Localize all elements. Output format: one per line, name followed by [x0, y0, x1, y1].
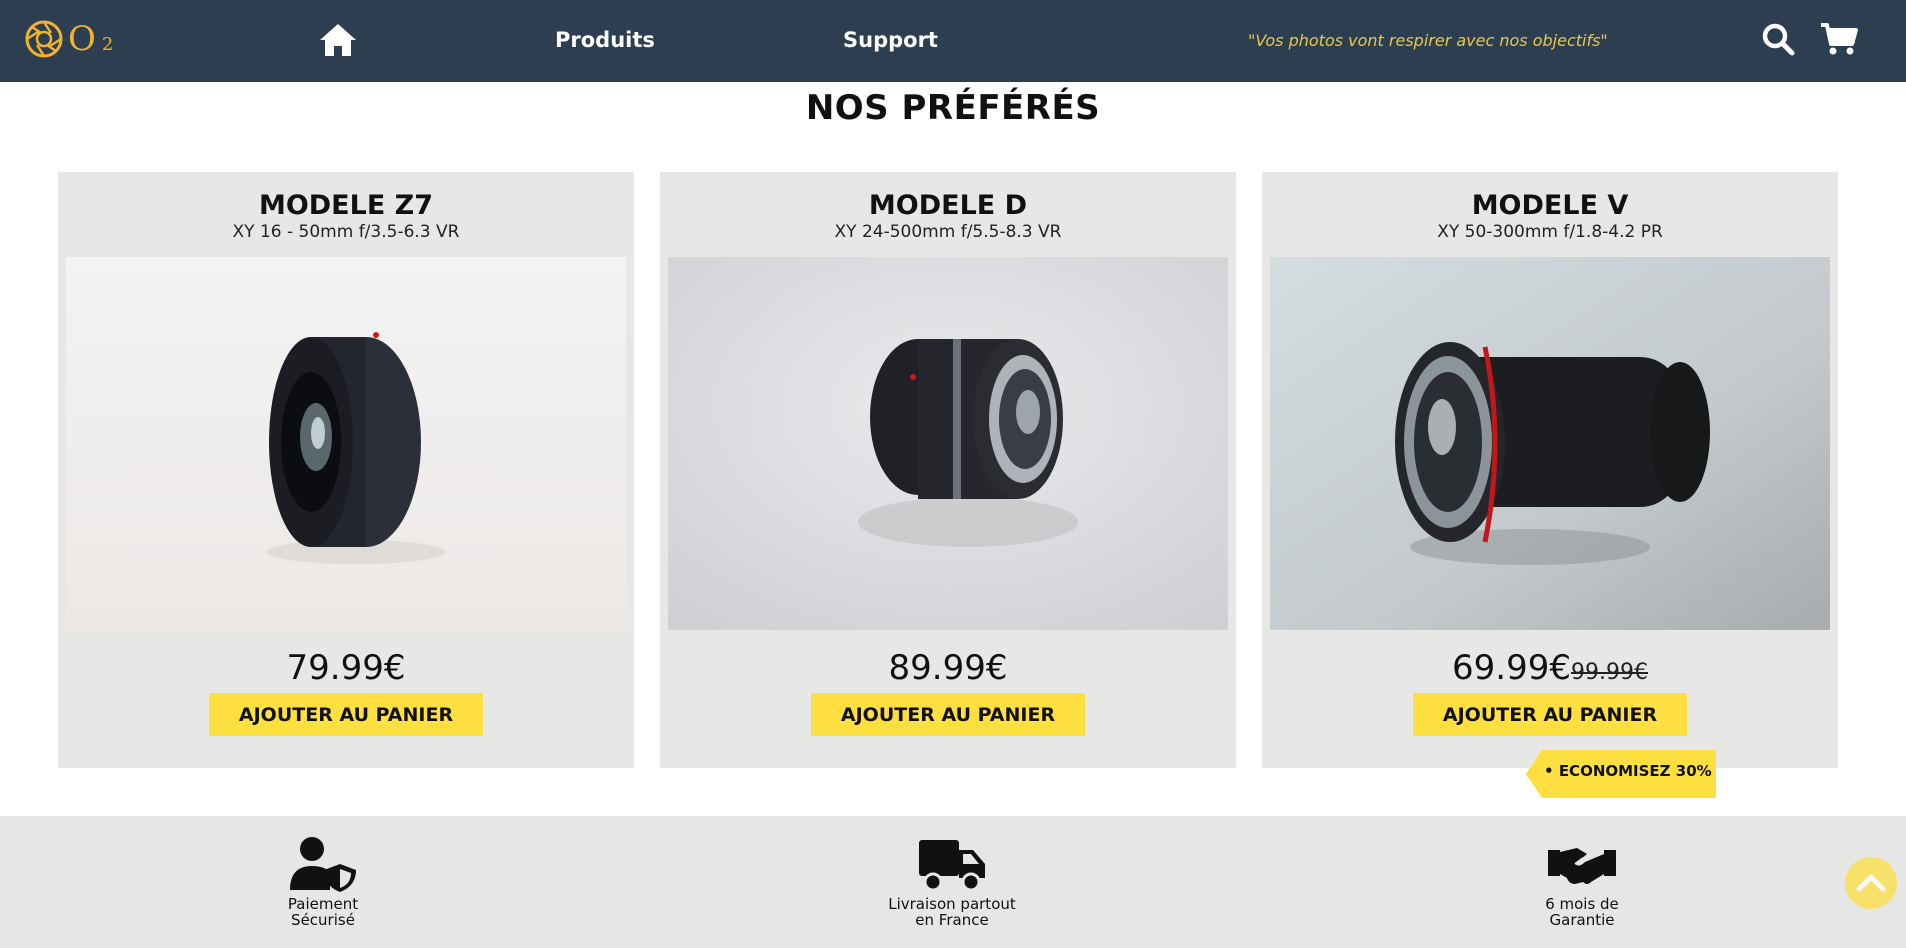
price-value: 79.99€: [286, 648, 406, 688]
product-card: MODELE Z7 XY 16 - 50mm f/3.5-6.3 VR 79.9…: [58, 172, 634, 768]
discount-badge-label: • ECONOMISEZ 30%: [1544, 762, 1712, 780]
home-icon[interactable]: [318, 22, 358, 58]
price-value: 69.99€: [1452, 648, 1571, 688]
feature-paiement: Paiement Sécurisé: [223, 836, 423, 928]
logo-text: O: [68, 19, 96, 59]
product-image[interactable]: [668, 257, 1228, 630]
handshake-icon: [1548, 848, 1616, 884]
nav-produits[interactable]: Produits: [555, 28, 655, 52]
product-image[interactable]: [1270, 257, 1830, 630]
product-title: MODELE D: [868, 190, 1028, 221]
product-subtitle: XY 50-300mm f/1.8-4.2 PR: [1437, 222, 1663, 242]
product-card: MODELE V XY 50-300mm f/1.8-4.2 PR • ECON…: [1262, 172, 1838, 798]
price-value: 89.99€: [888, 648, 1008, 688]
product-subtitle: XY 24-500mm f/5.5-8.3 VR: [834, 222, 1062, 242]
aperture-logo-icon: [25, 20, 63, 58]
add-to-cart-button[interactable]: AJOUTER AU PANIER: [1413, 693, 1687, 736]
product-title: MODELE Z7: [258, 190, 434, 221]
feature-garantie: 6 mois de Garantie: [1482, 836, 1682, 928]
lens-z7-image: [66, 257, 626, 630]
search-icon[interactable]: [1761, 22, 1795, 56]
old-price: 99.99€: [1570, 660, 1648, 685]
chevron-up-icon: [1856, 874, 1886, 892]
product-subtitle: XY 16 - 50mm f/3.5-6.3 VR: [232, 222, 460, 242]
product-title: MODELE V: [1471, 190, 1629, 221]
lens-d-image: [668, 257, 1228, 630]
nav-support[interactable]: Support: [843, 28, 938, 52]
feature-livraison: Livraison partout en France: [852, 836, 1052, 928]
product-price: 69.99€99.99€: [1262, 648, 1838, 688]
logo-subscript: 2: [101, 33, 114, 55]
footer-features: Paiement Sécurisé Livraison partout en F…: [0, 816, 1906, 948]
slogan: "Vos photos vont respirer avec nos objec…: [1248, 31, 1608, 50]
feature-label: 6 mois de Garantie: [1545, 895, 1619, 929]
product-price: 79.99€: [58, 648, 634, 688]
product-price: 89.99€: [660, 648, 1236, 688]
navbar: O 2 Produits Support "Vos photos vont re…: [0, 0, 1906, 82]
lens-v-image: [1270, 257, 1830, 630]
user-shield-icon: [290, 837, 356, 892]
cart-icon[interactable]: [1820, 22, 1858, 56]
product-image[interactable]: [66, 257, 626, 630]
feature-label: Livraison partout en France: [888, 895, 1016, 929]
truck-icon: [919, 840, 985, 892]
scroll-to-top-button[interactable]: [1845, 857, 1897, 909]
add-to-cart-button[interactable]: AJOUTER AU PANIER: [209, 693, 483, 736]
product-card: MODELE D XY 24-500mm f/5.5-8.3 VR 89.99€…: [660, 172, 1236, 768]
feature-label: Paiement Sécurisé: [287, 895, 359, 929]
logo[interactable]: O 2: [24, 18, 113, 60]
add-to-cart-button[interactable]: AJOUTER AU PANIER: [811, 693, 1085, 736]
section-title: NOS PRÉFÉRÉS: [805, 88, 1101, 128]
badge-text: ECONOMISEZ 30%: [1558, 762, 1712, 780]
